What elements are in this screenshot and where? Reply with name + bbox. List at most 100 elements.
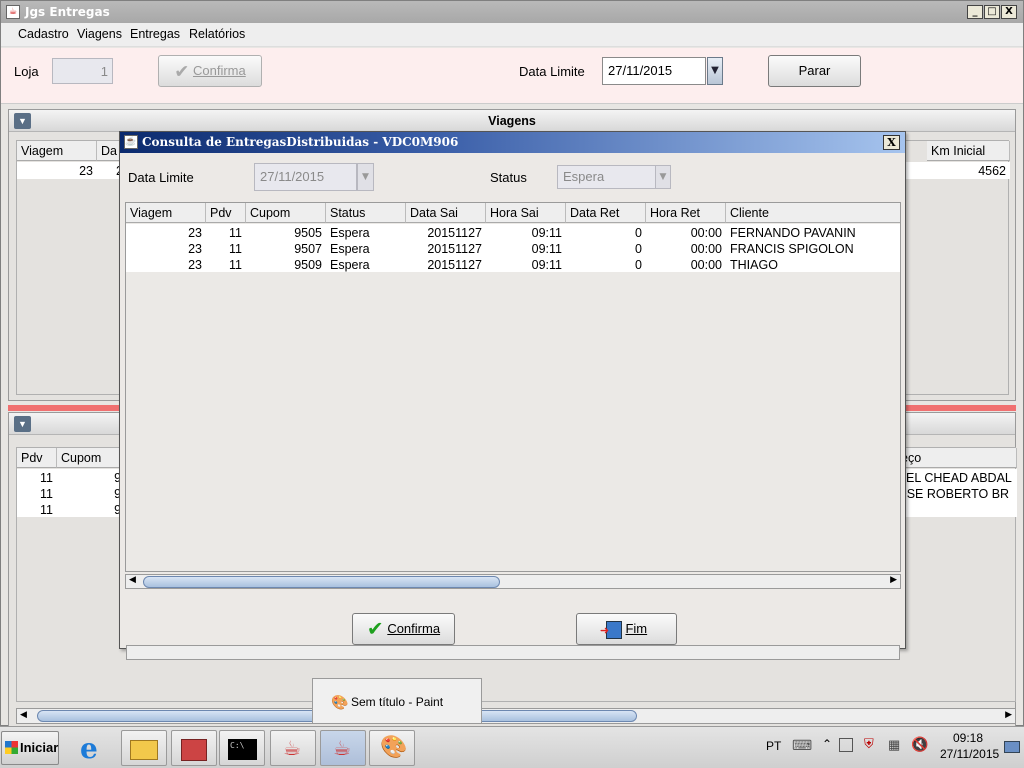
table-cell: FRANCIS SPIGOLON (730, 242, 854, 256)
network-icon[interactable]: ▦ (888, 737, 900, 753)
column-header[interactable]: Km Inicial (927, 141, 1010, 161)
column-header[interactable]: Cupom (246, 203, 326, 223)
maximize-button[interactable]: □ (984, 5, 1000, 19)
column-header[interactable]: Hora Sai (486, 203, 566, 223)
column-header[interactable]: Data Ret (566, 203, 646, 223)
column-header[interactable]: Pdv (17, 448, 57, 468)
table-row[interactable]: 23 11 9509 Espera 20151127 09:11 0 00:00… (126, 256, 900, 272)
column-header[interactable]: Cliente (726, 203, 900, 223)
tooltip-label: Sem título - Paint (351, 695, 444, 709)
column-header[interactable]: Viagem (126, 203, 206, 223)
table-row[interactable]: 23 11 9505 Espera 20151127 09:11 0 00:00… (126, 224, 900, 240)
show-desktop-icon[interactable] (1004, 741, 1020, 753)
table-cell: 23 (188, 242, 202, 256)
scroll-thumb[interactable] (143, 576, 500, 588)
table-cell: 23 (79, 164, 93, 178)
dialog-title: Consulta de EntregasDistribuidas - VDC0M… (142, 135, 459, 149)
column-header[interactable]: Status (326, 203, 406, 223)
dialog-title-bar[interactable]: ☕ Consulta de EntregasDistribuidas - VDC… (120, 132, 905, 153)
window-title: Jgs Entregas (25, 5, 110, 19)
table-cell: 11 (229, 226, 242, 240)
table-cell: Espera (330, 242, 370, 256)
chevron-down-icon[interactable]: ▼ (707, 57, 723, 85)
scroll-left-icon[interactable]: ◀ (129, 575, 136, 585)
column-header[interactable]: Pdv (206, 203, 246, 223)
table-cell: 20151127 (427, 242, 482, 256)
table-cell: 11 (40, 471, 53, 485)
table-cell: Espera (330, 226, 370, 240)
dialog-close-button[interactable]: X (883, 135, 900, 150)
menu-cadastro[interactable]: Cadastro (18, 27, 69, 41)
java-icon[interactable]: ☕ (320, 730, 366, 766)
table-cell: 20151127 (427, 258, 482, 272)
main-title-bar[interactable]: ☕ Jgs Entregas _ □ X (1, 1, 1023, 23)
start-button[interactable]: Iniciar (1, 731, 59, 765)
table-cell: 9505 (294, 226, 322, 240)
paint-icon[interactable]: 🎨 (369, 730, 415, 766)
chevron-up-icon[interactable]: ⌃ (822, 737, 832, 751)
data-limite-label: Data Limite (519, 64, 585, 79)
clock-date[interactable]: 27/11/2015 (940, 747, 999, 761)
horizontal-scrollbar[interactable]: ◀ ▶ (16, 708, 1016, 724)
java-icon: ☕ (124, 135, 138, 149)
table-cell: OSE ROBERTO BR (897, 487, 1010, 501)
menu-viagens[interactable]: Viagens (77, 27, 122, 41)
checkmark-icon: ✔ (366, 618, 384, 641)
table-cell: Espera (330, 258, 370, 272)
table-cell: 00:00 (690, 242, 722, 256)
chevron-down-icon[interactable]: ▼ (655, 165, 671, 189)
collapse-icon[interactable]: ▼ (14, 416, 31, 432)
confirma-button[interactable]: ✔ Confirma (352, 613, 455, 645)
cmd-icon[interactable]: C:\ (219, 730, 265, 766)
paint-icon: 🎨 (331, 694, 349, 710)
table-cell: 0 (635, 258, 642, 272)
column-header[interactable]: Viagem (17, 141, 97, 161)
table-cell: 9509 (294, 258, 322, 272)
dialog-horizontal-scrollbar[interactable]: ◀ ▶ (125, 574, 901, 589)
menu-entregas[interactable]: Entregas (130, 27, 180, 41)
scroll-right-icon[interactable]: ▶ (890, 575, 897, 585)
checkmark-icon: ✔ (174, 61, 190, 82)
security-alert-icon[interactable]: ⛨ (864, 736, 874, 752)
table-cell: THIAGO (730, 258, 778, 272)
chevron-down-icon[interactable]: ▼ (357, 163, 374, 191)
dialog-data-limite-input[interactable]: 27/11/2015 (254, 163, 357, 191)
table-cell: FERNANDO PAVANIN (730, 226, 856, 240)
table-row[interactable]: 23 11 9507 Espera 20151127 09:11 0 00:00… (126, 240, 900, 256)
table-cell: 09:11 (531, 258, 562, 272)
scroll-right-icon[interactable]: ▶ (1005, 710, 1012, 720)
folder-icon[interactable] (121, 730, 167, 766)
close-button[interactable]: X (1001, 5, 1017, 19)
control-panel-icon[interactable] (171, 730, 217, 766)
java-icon[interactable]: ☕ (270, 730, 316, 766)
data-limite-input[interactable]: 27/11/2015 (602, 57, 706, 85)
horizontal-scrollbar[interactable] (126, 645, 900, 660)
viagens-panel-title: Viagens (488, 114, 536, 128)
minimize-button[interactable]: _ (967, 5, 983, 19)
menu-bar: Cadastro Viagens Entregas Relatórios (1, 23, 1023, 47)
loja-input[interactable]: 1 (52, 58, 113, 84)
viagens-panel-header: ▼ Viagens (9, 110, 1015, 132)
table-cell: 4562 (978, 164, 1006, 178)
internet-explorer-icon[interactable]: e (72, 730, 118, 766)
clock-time[interactable]: 09:18 (953, 731, 983, 745)
table-cell: 09:11 (531, 242, 562, 256)
exit-door-icon: ➜ (600, 620, 622, 639)
column-header[interactable]: Hora Ret (646, 203, 726, 223)
action-center-icon[interactable] (839, 738, 853, 752)
status-select[interactable]: Espera (557, 165, 657, 189)
menu-relatorios[interactable]: Relatórios (189, 27, 245, 41)
language-indicator[interactable]: PT (766, 739, 781, 753)
confirma-top-button[interactable]: ✔ Confirma (158, 55, 262, 87)
volume-muted-icon[interactable]: 🔇 (911, 736, 928, 753)
collapse-icon[interactable]: ▼ (14, 113, 31, 129)
fim-button[interactable]: ➜ Fim (576, 613, 677, 645)
paint-thumbnail-tooltip[interactable]: 🎨 Sem título - Paint (312, 678, 482, 724)
keyboard-icon[interactable]: ⌨ (792, 737, 812, 754)
dialog-data-limite-label: Data Limite (128, 170, 194, 185)
scroll-left-icon[interactable]: ◀ (20, 710, 27, 720)
column-header[interactable]: Data Sai (406, 203, 486, 223)
parar-button[interactable]: Parar (768, 55, 861, 87)
table-cell: 00:00 (690, 226, 722, 240)
column-header[interactable]: eço (897, 448, 1017, 468)
